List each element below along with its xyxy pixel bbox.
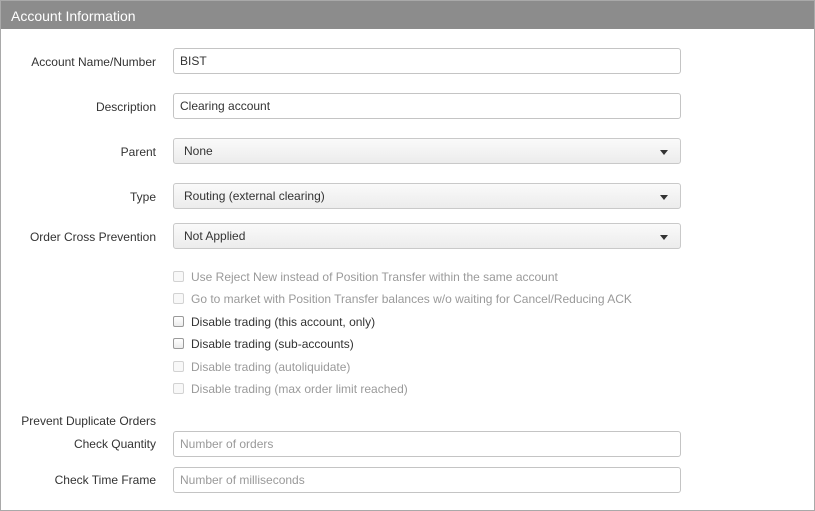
checkbox-box[interactable]: [173, 338, 184, 349]
caret-down-icon: [660, 195, 668, 200]
caret-down-icon: [660, 235, 668, 240]
check-quantity-label: Check Quantity: [73, 437, 156, 451]
check-time-frame-label: Check Time Frame: [54, 473, 156, 487]
checkbox-box[interactable]: [173, 383, 184, 394]
prevent-duplicate-orders-heading: Prevent Duplicate Orders: [21, 414, 156, 428]
type-selected-value: Routing (external clearing): [184, 189, 325, 203]
description-label: Description: [95, 100, 156, 114]
order-cross-prevention-select[interactable]: Not Applied: [173, 223, 681, 249]
parent-label: Parent: [120, 145, 156, 159]
account-name-label: Account Name/Number: [31, 55, 156, 69]
type-select[interactable]: Routing (external clearing): [173, 183, 681, 209]
parent-select[interactable]: None: [173, 138, 681, 164]
caret-down-icon: [660, 150, 668, 155]
check-quantity-input[interactable]: [173, 431, 681, 457]
checkbox-box[interactable]: [173, 271, 184, 282]
checkbox-label: Disable trading (autoliquidate): [191, 360, 351, 374]
checkbox-label: Disable trading (max order limit reached…: [191, 382, 408, 396]
parent-selected-value: None: [184, 144, 213, 158]
checkbox-label: Disable trading (this account, only): [191, 315, 376, 329]
order-cross-selected-value: Not Applied: [184, 229, 246, 243]
type-label: Type: [129, 190, 156, 204]
account-name-input[interactable]: [173, 48, 681, 74]
checkbox-label: Use Reject New instead of Position Trans…: [191, 270, 558, 284]
checkbox-label: Go to market with Position Transfer bala…: [191, 292, 632, 306]
check-time-frame-input[interactable]: [173, 467, 681, 493]
description-input[interactable]: [173, 93, 681, 119]
checkbox-box[interactable]: [173, 361, 184, 372]
checkbox-label: Disable trading (sub-accounts): [191, 337, 354, 351]
panel-title: Account Information: [1, 1, 814, 29]
order-cross-prevention-label: Order Cross Prevention: [29, 230, 156, 244]
account-information-panel: Account Information Account Name/Number …: [0, 0, 815, 511]
checkbox-box[interactable]: [173, 293, 184, 304]
checkbox-box[interactable]: [173, 316, 184, 327]
